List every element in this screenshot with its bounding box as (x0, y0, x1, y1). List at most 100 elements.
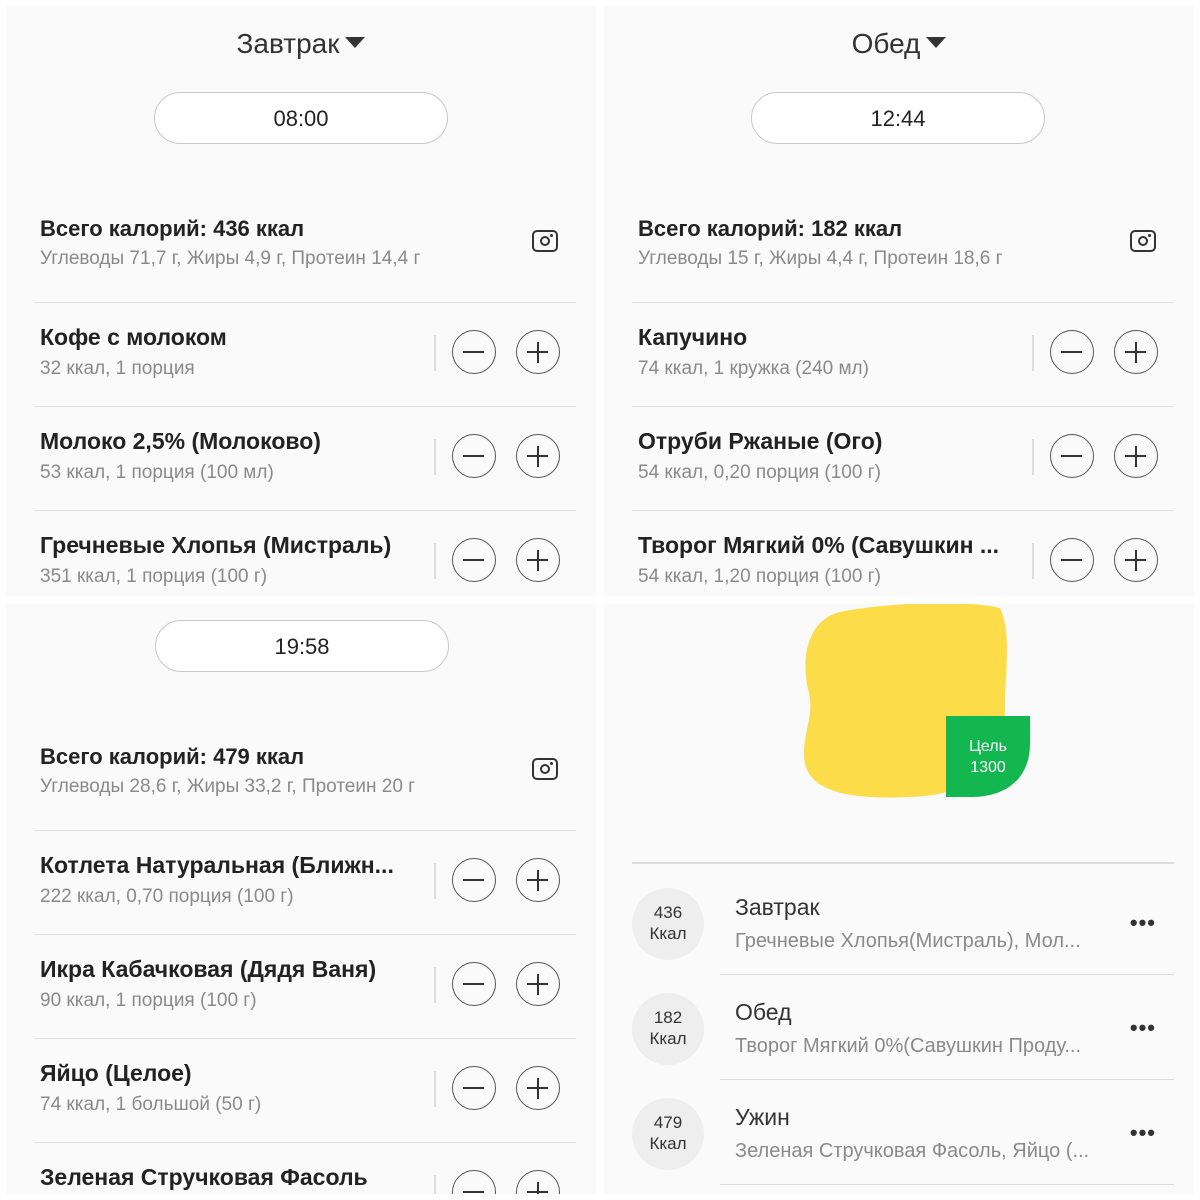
food-detail: 54 ккал, 1,20 порция (100 г) (638, 566, 881, 587)
separator (434, 1175, 436, 1194)
meal-type-selector[interactable]: Обед (604, 28, 1194, 60)
food-detail: 222 ккал, 0,70 порция (100 г) (40, 886, 294, 907)
goal-label: Цель (969, 738, 1007, 755)
separator (434, 967, 436, 1003)
plus-button[interactable] (516, 1170, 560, 1194)
more-options-icon[interactable]: ••• (1130, 1122, 1156, 1144)
food-name: Отруби Ржаные (Ого) (638, 428, 883, 454)
separator (434, 1071, 436, 1107)
food-row[interactable]: Отруби Ржаные (Ого) 54 ккал, 0,20 порция… (632, 406, 1174, 511)
plus-button[interactable] (1114, 538, 1158, 582)
food-row[interactable]: Гречневые Хлопья (Мистраль) 351 ккал, 1 … (34, 510, 576, 596)
food-name: Зеленая Стручковая Фасоль (40, 1164, 368, 1190)
meal-name: Завтрак (735, 894, 820, 920)
food-row[interactable]: Котлета Натуральная (Ближн... 222 ккал, … (34, 830, 576, 935)
separator (1032, 543, 1034, 579)
food-row[interactable]: Капучино 74 ккал, 1 кружка (240 мл) (632, 302, 1174, 407)
minus-button[interactable] (1050, 538, 1094, 582)
meal-name: Обед (735, 999, 792, 1025)
plus-button[interactable] (516, 858, 560, 902)
plus-button[interactable] (1114, 330, 1158, 374)
kcal-value: 436 (653, 903, 683, 922)
total-calories: Всего калорий: 182 ккал (638, 216, 903, 241)
food-row[interactable]: Икра Кабачковая (Дядя Ваня) 90 ккал, 1 п… (34, 934, 576, 1039)
food-detail: 74 ккал, 1 кружка (240 мл) (638, 358, 869, 379)
total-calories: Всего калорий: 436 ккал (40, 216, 305, 241)
food-row[interactable]: Зеленая Стручковая Фасоль (34, 1142, 576, 1194)
more-options-icon[interactable]: ••• (1130, 912, 1156, 934)
macros: Углеводы 15 г, Жиры 4,4 г, Протеин 18,6 … (638, 248, 1003, 269)
plus-button[interactable] (516, 538, 560, 582)
divider (632, 862, 1174, 864)
plus-button[interactable] (516, 434, 560, 478)
food-detail: 351 ккал, 1 порция (100 г) (40, 566, 268, 587)
food-row[interactable]: Яйцо (Целое) 74 ккал, 1 большой (50 г) (34, 1038, 576, 1143)
meal-summary-row[interactable]: 479 Ккал Ужин Зеленая Стручковая Фасоль,… (632, 1080, 1174, 1185)
minus-button[interactable] (452, 538, 496, 582)
separator (434, 439, 436, 475)
minus-button[interactable] (1050, 330, 1094, 374)
kcal-unit: Ккал (649, 1029, 687, 1048)
lunch-panel: Обед 12:44 Всего калорий: 182 ккал Углев… (604, 6, 1194, 596)
kcal-unit: Ккал (649, 1134, 687, 1153)
food-name: Гречневые Хлопья (Мистраль) (40, 532, 392, 558)
daily-summary-panel: Цель 1300 436 Ккал Завтрак Гречневые Хло… (604, 604, 1194, 1194)
camera-icon[interactable] (1130, 230, 1156, 252)
kcal-badge: 436 Ккал (632, 888, 704, 960)
more-options-icon[interactable]: ••• (1130, 1017, 1156, 1039)
food-row[interactable]: Кофе с молоком 32 ккал, 1 порция (34, 302, 576, 407)
food-row[interactable]: Творог Мягкий 0% (Савушкин ... 54 ккал, … (632, 510, 1174, 596)
time-button[interactable]: 19:58 (155, 620, 449, 672)
caret-down-icon (345, 37, 366, 49)
meal-summary-row[interactable]: 182 Ккал Обед Творог Мягкий 0%(Савушкин … (632, 975, 1174, 1080)
separator (434, 335, 436, 371)
meal-title: Завтрак (236, 28, 340, 59)
dinner-panel: 19:58 Всего калорий: 479 ккал Углеводы 2… (6, 604, 596, 1194)
food-name: Молоко 2,5% (Молоково) (40, 428, 321, 454)
kcal-value: 479 (653, 1113, 683, 1132)
separator (1032, 439, 1034, 475)
kcal-badge: 182 Ккал (632, 993, 704, 1065)
divider (720, 1183, 1174, 1185)
separator (434, 543, 436, 579)
meal-summary-row[interactable]: 436 Ккал Завтрак Гречневые Хлопья(Мистра… (632, 870, 1174, 975)
calorie-summary: Всего калорий: 479 ккал Углеводы 28,6 г,… (34, 726, 576, 831)
plus-button[interactable] (1114, 434, 1158, 478)
minus-button[interactable] (1050, 434, 1094, 478)
minus-button[interactable] (452, 1066, 496, 1110)
meal-title: Обед (851, 28, 921, 59)
minus-button[interactable] (452, 858, 496, 902)
food-name: Капучино (638, 324, 748, 350)
food-row[interactable]: Молоко 2,5% (Молоково) 53 ккал, 1 порция… (34, 406, 576, 511)
minus-button[interactable] (452, 1170, 496, 1194)
meal-type-selector[interactable]: Завтрак (6, 28, 596, 60)
meal-items: Гречневые Хлопья(Мистраль), Мол... (735, 930, 1081, 952)
food-name: Кофе с молоком (40, 324, 227, 350)
goal-badge-text: Цель 1300 (946, 736, 1030, 778)
kcal-value: 182 (653, 1008, 683, 1027)
plus-button[interactable] (516, 962, 560, 1006)
food-detail: 32 ккал, 1 порция (40, 358, 195, 379)
food-name: Котлета Натуральная (Ближн... (40, 852, 394, 878)
kcal-badge: 479 Ккал (632, 1098, 704, 1170)
minus-button[interactable] (452, 434, 496, 478)
food-name: Творог Мягкий 0% (Савушкин ... (638, 532, 1000, 558)
camera-icon[interactable] (532, 230, 558, 252)
total-calories: Всего калорий: 479 ккал (40, 744, 305, 769)
food-name: Икра Кабачковая (Дядя Ваня) (40, 956, 377, 982)
meal-items: Творог Мягкий 0%(Савушкин Проду... (735, 1035, 1082, 1057)
food-name: Яйцо (Целое) (40, 1060, 192, 1086)
plus-button[interactable] (516, 1066, 560, 1110)
camera-icon[interactable] (532, 758, 558, 780)
minus-button[interactable] (452, 330, 496, 374)
time-button[interactable]: 08:00 (154, 92, 448, 144)
time-button[interactable]: 12:44 (751, 92, 1045, 144)
separator (434, 863, 436, 899)
plus-button[interactable] (516, 330, 560, 374)
caret-down-icon (926, 37, 947, 49)
breakfast-panel: Завтрак 08:00 Всего калорий: 436 ккал Уг… (6, 6, 596, 596)
meal-name: Ужин (735, 1104, 790, 1130)
minus-button[interactable] (452, 962, 496, 1006)
macros: Углеводы 71,7 г, Жиры 4,9 г, Протеин 14,… (40, 248, 421, 269)
meal-items: Зеленая Стручковая Фасоль, Яйцо (... (735, 1140, 1090, 1162)
